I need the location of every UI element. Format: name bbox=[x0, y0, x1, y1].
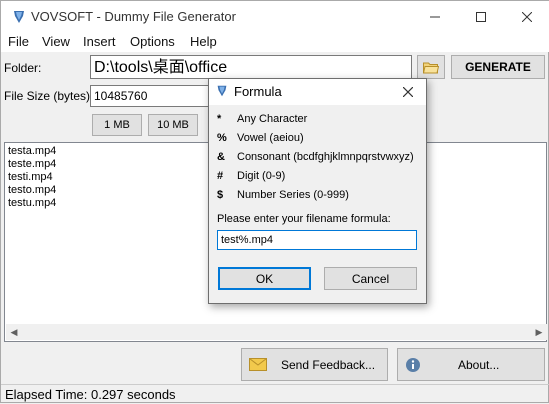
browse-folder-button[interactable] bbox=[417, 55, 445, 79]
menu-help[interactable]: Help bbox=[190, 34, 217, 49]
list-item: testa.mp4 bbox=[8, 145, 57, 157]
list-item: testo.mp4 bbox=[8, 184, 57, 196]
size-10mb-button[interactable]: 10 MB bbox=[148, 114, 198, 136]
close-button[interactable] bbox=[504, 1, 549, 32]
list-item: teste.mp4 bbox=[8, 158, 57, 170]
rule-any-character: * Any Character bbox=[217, 113, 307, 125]
formula-input[interactable]: test%.mp4 bbox=[217, 230, 417, 250]
generate-button[interactable]: GENERATE bbox=[451, 55, 545, 79]
window-title: VOVSOFT - Dummy File Generator bbox=[31, 9, 236, 24]
minimize-button[interactable] bbox=[412, 1, 458, 32]
envelope-icon bbox=[249, 358, 267, 371]
title-bar: VOVSOFT - Dummy File Generator bbox=[1, 1, 549, 32]
folder-label: Folder: bbox=[4, 61, 42, 75]
maximize-button[interactable] bbox=[458, 1, 504, 32]
horizontal-scrollbar[interactable]: ◀ ▶ bbox=[6, 324, 547, 340]
minimize-icon bbox=[430, 16, 440, 17]
menu-file[interactable]: File bbox=[8, 34, 29, 49]
rule-symbol: & bbox=[217, 151, 225, 163]
file-size-input[interactable]: 10485760 bbox=[90, 85, 210, 107]
rule-text: Any Character bbox=[237, 113, 308, 125]
rule-digit: # Digit (0-9) bbox=[217, 170, 285, 182]
info-icon bbox=[406, 357, 420, 372]
rule-text: Consonant (bcdfghjklmnpqrstvwxyz) bbox=[237, 151, 414, 163]
rule-text: Number Series (0-999) bbox=[237, 189, 349, 201]
dialog-title-bar: Formula bbox=[209, 79, 426, 105]
menu-bar: File View Insert Options Help bbox=[1, 32, 549, 52]
list-item: testi.mp4 bbox=[8, 171, 53, 183]
app-icon bbox=[14, 11, 24, 23]
dialog-close-button[interactable] bbox=[399, 83, 417, 101]
scroll-right-icon[interactable]: ▶ bbox=[531, 324, 547, 340]
folder-input[interactable]: D:\tools\桌面\office bbox=[90, 55, 412, 79]
status-bar: Elapsed Time: 0.297 seconds bbox=[1, 384, 549, 404]
close-icon bbox=[403, 87, 413, 97]
file-size-label: File Size (bytes): bbox=[4, 89, 94, 103]
rule-text: Vowel (aeiou) bbox=[237, 132, 304, 144]
about-label: About... bbox=[458, 357, 500, 372]
rule-symbol: % bbox=[217, 132, 227, 144]
send-feedback-button[interactable]: Send Feedback... bbox=[241, 348, 388, 381]
scroll-left-icon[interactable]: ◀ bbox=[6, 324, 22, 340]
about-button[interactable]: About... bbox=[397, 348, 545, 381]
dialog-title: Formula bbox=[234, 84, 282, 99]
formula-dialog: Formula * Any Character % Vowel (aeiou) & C… bbox=[208, 78, 427, 304]
formula-prompt: Please enter your filename formula: bbox=[217, 213, 391, 225]
send-feedback-label: Send Feedback... bbox=[281, 357, 376, 372]
close-icon bbox=[522, 11, 532, 22]
folder-icon bbox=[423, 62, 439, 73]
menu-options[interactable]: Options bbox=[130, 34, 175, 49]
menu-view[interactable]: View bbox=[42, 34, 70, 49]
rule-symbol: # bbox=[217, 170, 224, 182]
cancel-button[interactable]: Cancel bbox=[324, 267, 417, 290]
ok-button[interactable]: OK bbox=[218, 267, 311, 290]
rule-text: Digit (0-9) bbox=[237, 170, 286, 182]
rule-consonant: & Consonant (bcdfghjklmnpqrstvwxyz) bbox=[217, 151, 414, 163]
rule-number-series: $ Number Series (0-999) bbox=[217, 189, 349, 201]
rule-symbol: $ bbox=[217, 189, 224, 201]
maximize-icon bbox=[476, 11, 486, 22]
rule-symbol: * bbox=[217, 113, 222, 125]
size-1mb-button[interactable]: 1 MB bbox=[92, 114, 142, 136]
rule-vowel: % Vowel (aeiou) bbox=[217, 132, 304, 144]
app-icon bbox=[217, 85, 227, 97]
menu-insert[interactable]: Insert bbox=[83, 34, 116, 49]
list-item: testu.mp4 bbox=[8, 197, 57, 209]
